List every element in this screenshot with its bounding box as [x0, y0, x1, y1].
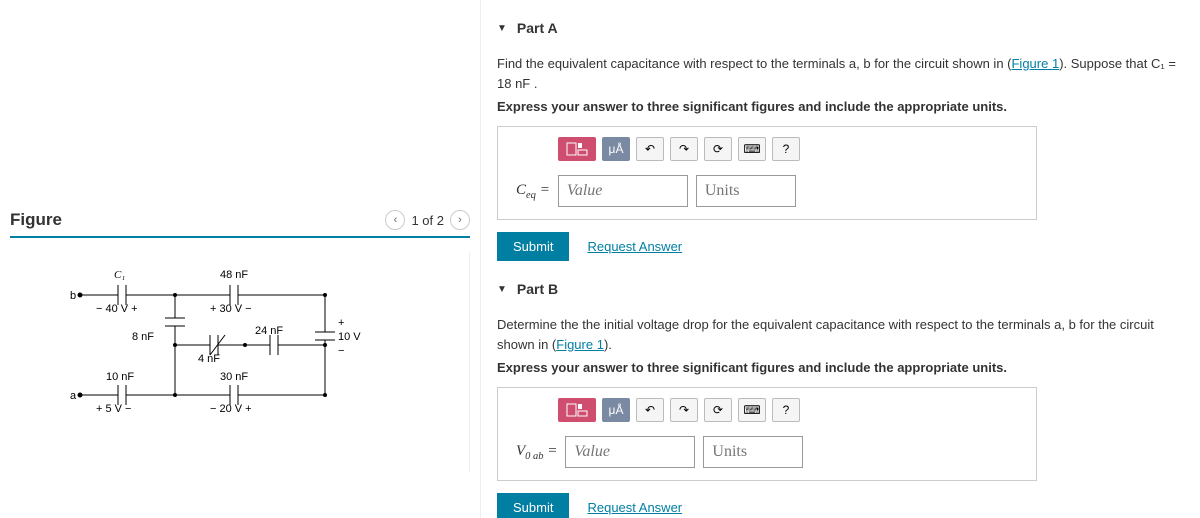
units-input-b[interactable]	[703, 436, 803, 468]
part-b-prompt: Determine the the initial voltage drop f…	[497, 315, 1184, 354]
svg-text:− 40 V +: − 40 V +	[96, 303, 138, 315]
svg-text:48 nF: 48 nF	[220, 269, 248, 281]
format-button-b[interactable]	[558, 398, 596, 422]
svg-text:24 nF: 24 nF	[255, 325, 283, 337]
svg-text:10 nF: 10 nF	[106, 371, 134, 383]
units-picker-button-b[interactable]: μÅ	[602, 398, 630, 422]
figure-heading: Figure	[10, 210, 62, 230]
format-button[interactable]	[558, 137, 596, 161]
request-answer-a[interactable]: Request Answer	[587, 239, 682, 254]
keyboard-button-b[interactable]: ⌨	[738, 398, 766, 422]
svg-text:+ 5 V −: + 5 V −	[96, 403, 131, 415]
figure-link-b[interactable]: Figure 1	[556, 337, 604, 352]
undo-button[interactable]: ↶	[636, 137, 664, 161]
svg-text:30 nF: 30 nF	[220, 371, 248, 383]
svg-text:8 nF: 8 nF	[132, 331, 154, 343]
circuit-diagram: .t{font:11px Arial;} .s{font:11px 'Times…	[70, 260, 390, 440]
pager-next-button[interactable]: ›	[450, 210, 470, 230]
keyboard-button[interactable]: ⌨	[738, 137, 766, 161]
redo-button-b[interactable]: ↷	[670, 398, 698, 422]
part-a-prompt: Find the equivalent capacitance with res…	[497, 54, 1184, 93]
part-a-title: Part A	[517, 20, 558, 36]
units-picker-button[interactable]: μÅ	[602, 137, 630, 161]
svg-text:− 20 V +: − 20 V +	[210, 403, 252, 415]
reset-button[interactable]: ⟳	[704, 137, 732, 161]
part-b-instruction: Express your answer to three significant…	[497, 360, 1184, 375]
undo-button-b[interactable]: ↶	[636, 398, 664, 422]
svg-text:b: b	[70, 290, 76, 302]
svg-text:10 V: 10 V	[338, 331, 361, 343]
units-input-a[interactable]	[696, 175, 796, 207]
figure-link-a[interactable]: Figure 1	[1011, 56, 1059, 71]
collapse-part-a-icon[interactable]: ▼	[497, 23, 507, 34]
pager-prev-button[interactable]: ‹	[385, 210, 405, 230]
svg-text:+: +	[338, 317, 344, 329]
help-button[interactable]: ?	[772, 137, 800, 161]
figure-pager: ‹ 1 of 2 ›	[385, 210, 470, 230]
answer-box-a: μÅ ↶ ↷ ⟳ ⌨ ? Ceq =	[497, 126, 1037, 220]
var-label-a: Ceq =	[516, 182, 550, 201]
redo-button[interactable]: ↷	[670, 137, 698, 161]
submit-button-a[interactable]: Submit	[497, 232, 569, 261]
submit-button-b[interactable]: Submit	[497, 493, 569, 518]
answer-box-b: μÅ ↶ ↷ ⟳ ⌨ ? V0 ab =	[497, 387, 1037, 481]
reset-button-b[interactable]: ⟳	[704, 398, 732, 422]
svg-text:4 nF: 4 nF	[198, 353, 220, 365]
var-label-b: V0 ab =	[516, 443, 557, 462]
svg-text:a: a	[70, 390, 77, 402]
figure-panel: .t{font:11px Arial;} .s{font:11px 'Times…	[10, 252, 470, 472]
value-input-b[interactable]	[565, 436, 695, 468]
pager-label: 1 of 2	[411, 213, 444, 228]
request-answer-b[interactable]: Request Answer	[587, 500, 682, 515]
help-button-b[interactable]: ?	[772, 398, 800, 422]
collapse-part-b-icon[interactable]: ▼	[497, 284, 507, 295]
svg-text:−: −	[338, 345, 344, 357]
part-b-title: Part B	[517, 281, 558, 297]
value-input-a[interactable]	[558, 175, 688, 207]
svg-text:C₁: C₁	[114, 269, 125, 281]
svg-text:+ 30 V −: + 30 V −	[210, 303, 252, 315]
part-a-instruction: Express your answer to three significant…	[497, 99, 1184, 114]
